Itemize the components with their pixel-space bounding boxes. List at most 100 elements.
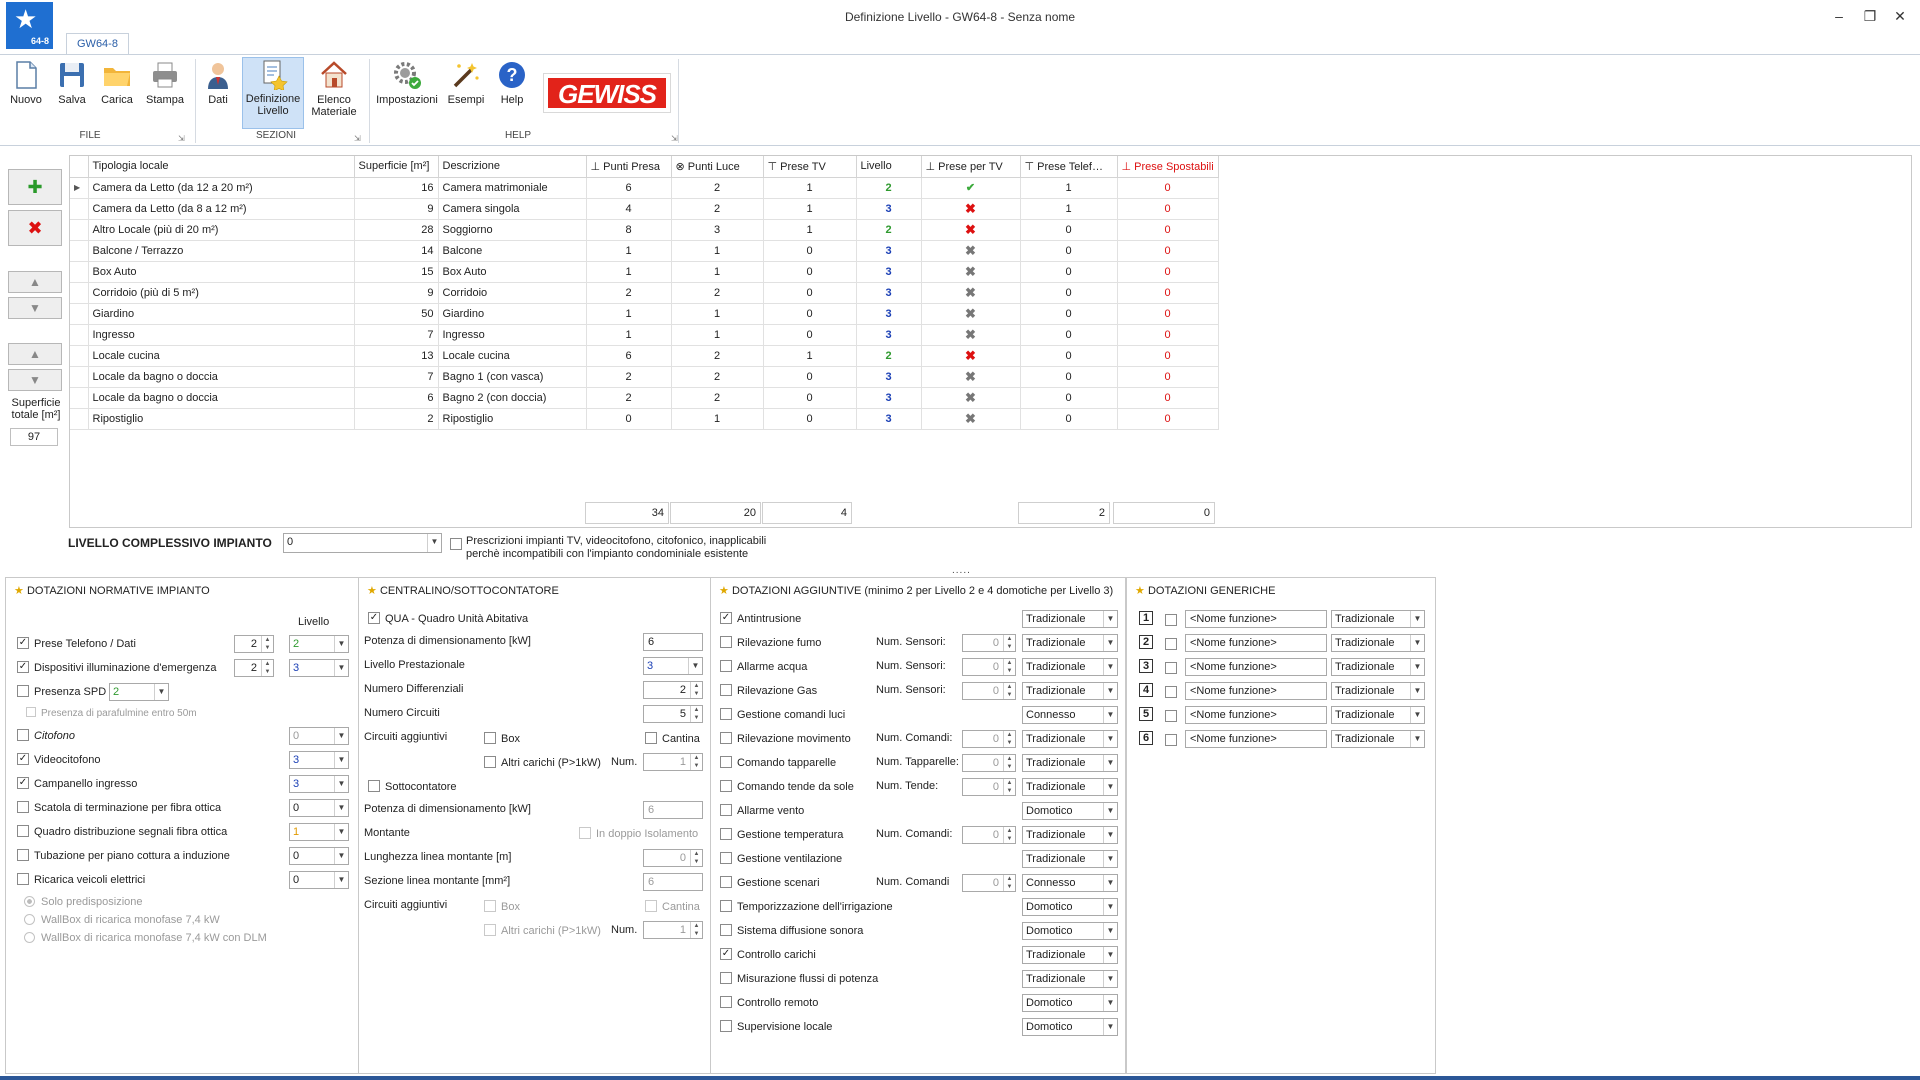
- impostazioni-button[interactable]: Impostazioni: [374, 59, 440, 129]
- differenziali-input[interactable]: 2 ▲ ▼: [643, 681, 703, 699]
- row-selector[interactable]: ▶: [70, 177, 89, 199]
- prese-telefono-num[interactable]: 2 ▲ ▼: [234, 635, 274, 653]
- cell-prese-tv[interactable]: 1: [763, 219, 857, 241]
- restore-button[interactable]: ❐: [1856, 6, 1884, 26]
- cell-livello[interactable]: 2: [856, 219, 922, 241]
- prese-telefono-row[interactable]: ✓ Prese Telefono / Dati: [17, 635, 136, 655]
- generica-name-input[interactable]: <Nome funzione>: [1185, 658, 1327, 676]
- cell-punti-luce[interactable]: 2: [671, 345, 764, 367]
- cell-punti-luce[interactable]: 2: [671, 387, 764, 409]
- generica-checkbox[interactable]: [1165, 662, 1177, 674]
- livello-complessivo-select[interactable]: 0 ▼: [283, 533, 442, 553]
- spinner-icon[interactable]: ▲ ▼: [690, 682, 702, 698]
- cell-livello[interactable]: 3: [856, 408, 922, 430]
- aggiuntiva-num[interactable]: 0 ▲ ▼: [962, 634, 1016, 652]
- aggiuntiva-checkbox[interactable]: [720, 732, 732, 745]
- cell-tipologia[interactable]: Locale cucina: [88, 345, 355, 367]
- cell-prese-telef[interactable]: 0: [1020, 303, 1118, 325]
- cell-punti-presa[interactable]: 6: [586, 345, 672, 367]
- cell-descrizione[interactable]: Bagno 2 (con doccia): [438, 387, 587, 409]
- cell-prese-telef[interactable]: 0: [1020, 282, 1118, 304]
- cell-tipologia[interactable]: Altro Locale (più di 20 m²): [88, 219, 355, 241]
- cell-tipologia[interactable]: Box Auto: [88, 261, 355, 283]
- cell-prese-tv[interactable]: 1: [763, 177, 857, 199]
- aggiuntiva-num[interactable]: 0 ▲ ▼: [962, 658, 1016, 676]
- cell-superficie[interactable]: 28: [354, 219, 439, 241]
- col-superficie[interactable]: Superficie [m²]: [354, 156, 439, 178]
- citofono-row[interactable]: Citofono: [17, 727, 75, 747]
- box-checkbox[interactable]: [484, 732, 496, 745]
- col-prese-spostabili[interactable]: ⊥ Prese Spostabili: [1117, 156, 1219, 178]
- aggiuntiva-checkbox[interactable]: [720, 756, 732, 769]
- prescrizioni-option[interactable]: Prescrizioni impianti TV, videocitofono,…: [450, 535, 766, 561]
- cell-descrizione[interactable]: Ingresso: [438, 324, 587, 346]
- cell-superficie[interactable]: 7: [354, 366, 439, 388]
- cell-prese-spostabili[interactable]: 0: [1117, 324, 1219, 346]
- cell-prese-tv[interactable]: 0: [763, 240, 857, 262]
- campanello-checkbox[interactable]: ✓: [17, 777, 29, 790]
- cell-descrizione[interactable]: Corridoio: [438, 282, 587, 304]
- illuminazione-level[interactable]: 3 ▼: [289, 659, 349, 677]
- move-up-button[interactable]: ▲: [8, 271, 62, 293]
- quadro-fibra-level[interactable]: 1 ▼: [289, 823, 349, 841]
- col-punti-presa[interactable]: ⊥ Punti Presa: [586, 156, 672, 178]
- cell-descrizione[interactable]: Soggiorno: [438, 219, 587, 241]
- spinner-icon[interactable]: ▲ ▼: [1003, 731, 1015, 747]
- cell-superficie[interactable]: 14: [354, 240, 439, 262]
- aggiuntiva-item[interactable]: Comando tende da sole: [720, 778, 854, 798]
- cell-prese-per-tv[interactable]: ✖: [921, 240, 1021, 262]
- generica-checkbox[interactable]: [1165, 734, 1177, 746]
- cell-prese-telef[interactable]: 0: [1020, 387, 1118, 409]
- aggiuntiva-mode-select[interactable]: Tradizionale ▼: [1022, 946, 1118, 964]
- cell-tipologia[interactable]: Balcone / Terrazzo: [88, 240, 355, 262]
- aggiuntiva-item[interactable]: Allarme acqua: [720, 658, 807, 678]
- cell-punti-presa[interactable]: 4: [586, 198, 672, 220]
- cell-punti-luce[interactable]: 1: [671, 240, 764, 262]
- spinner-icon[interactable]: ▲ ▼: [1003, 827, 1015, 843]
- row-selector[interactable]: [70, 282, 89, 304]
- aggiuntiva-checkbox[interactable]: [720, 804, 732, 817]
- level-down-button[interactable]: ▼: [8, 369, 62, 391]
- row-selector[interactable]: [70, 303, 89, 325]
- generica-checkbox[interactable]: [1165, 710, 1177, 722]
- table-row[interactable]: Ingresso 7 Ingresso 1 1 0 3 ✖ 0 0: [70, 324, 1219, 346]
- spinner-icon[interactable]: ▲ ▼: [1003, 635, 1015, 651]
- cell-prese-per-tv[interactable]: ✖: [921, 303, 1021, 325]
- row-selector[interactable]: [70, 198, 89, 220]
- cell-punti-presa[interactable]: 2: [586, 282, 672, 304]
- row-selector[interactable]: [70, 387, 89, 409]
- cell-prese-per-tv[interactable]: ✖: [921, 282, 1021, 304]
- tubazione-row[interactable]: Tubazione per piano cottura a induzione: [17, 847, 230, 867]
- app-menu-button[interactable]: ★ 64-8: [6, 2, 53, 49]
- quadro-fibra-checkbox[interactable]: [17, 825, 29, 838]
- cell-tipologia[interactable]: Ripostiglio: [88, 408, 355, 430]
- row-selector[interactable]: [70, 366, 89, 388]
- aggiuntiva-mode-select[interactable]: Domotico ▼: [1022, 922, 1118, 940]
- table-row[interactable]: Camera da Letto (da 8 a 12 m²) 9 Camera si…: [70, 198, 1219, 220]
- scatola-fibra-row[interactable]: Scatola di terminazione per fibra ottica: [17, 799, 221, 819]
- aggiuntiva-mode-select[interactable]: Tradizionale ▼: [1022, 826, 1118, 844]
- cell-prese-per-tv[interactable]: ✖: [921, 345, 1021, 367]
- aggiuntiva-mode-select[interactable]: Domotico ▼: [1022, 1018, 1118, 1036]
- aggiuntiva-mode-select[interactable]: Tradizionale ▼: [1022, 610, 1118, 628]
- cell-punti-presa[interactable]: 1: [586, 303, 672, 325]
- move-down-button[interactable]: ▼: [8, 297, 62, 319]
- campanello-row[interactable]: ✓ Campanello ingresso: [17, 775, 137, 795]
- cell-superficie[interactable]: 7: [354, 324, 439, 346]
- aggiuntiva-mode-select[interactable]: Connesso ▼: [1022, 874, 1118, 892]
- col-livello[interactable]: Livello: [856, 156, 922, 178]
- scatola-fibra-checkbox[interactable]: [17, 801, 29, 814]
- cell-punti-presa[interactable]: 1: [586, 324, 672, 346]
- cell-tipologia[interactable]: Locale da bagno o doccia: [88, 387, 355, 409]
- cell-punti-presa[interactable]: 0: [586, 408, 672, 430]
- sezioni-launcher-icon[interactable]: ⇲: [354, 134, 361, 143]
- cantina-row[interactable]: Cantina: [645, 730, 700, 750]
- cell-prese-telef[interactable]: 0: [1020, 219, 1118, 241]
- qua-checkbox[interactable]: ✓: [368, 612, 380, 625]
- aggiuntiva-checkbox[interactable]: [720, 900, 732, 913]
- spinner-icon[interactable]: ▲ ▼: [1003, 659, 1015, 675]
- cell-superficie[interactable]: 50: [354, 303, 439, 325]
- generica-checkbox[interactable]: [1165, 638, 1177, 650]
- generica-mode-select[interactable]: Tradizionale ▼: [1331, 634, 1425, 652]
- rooms-grid[interactable]: Tipologia locale Superficie [m²] Descriz…: [69, 155, 1912, 528]
